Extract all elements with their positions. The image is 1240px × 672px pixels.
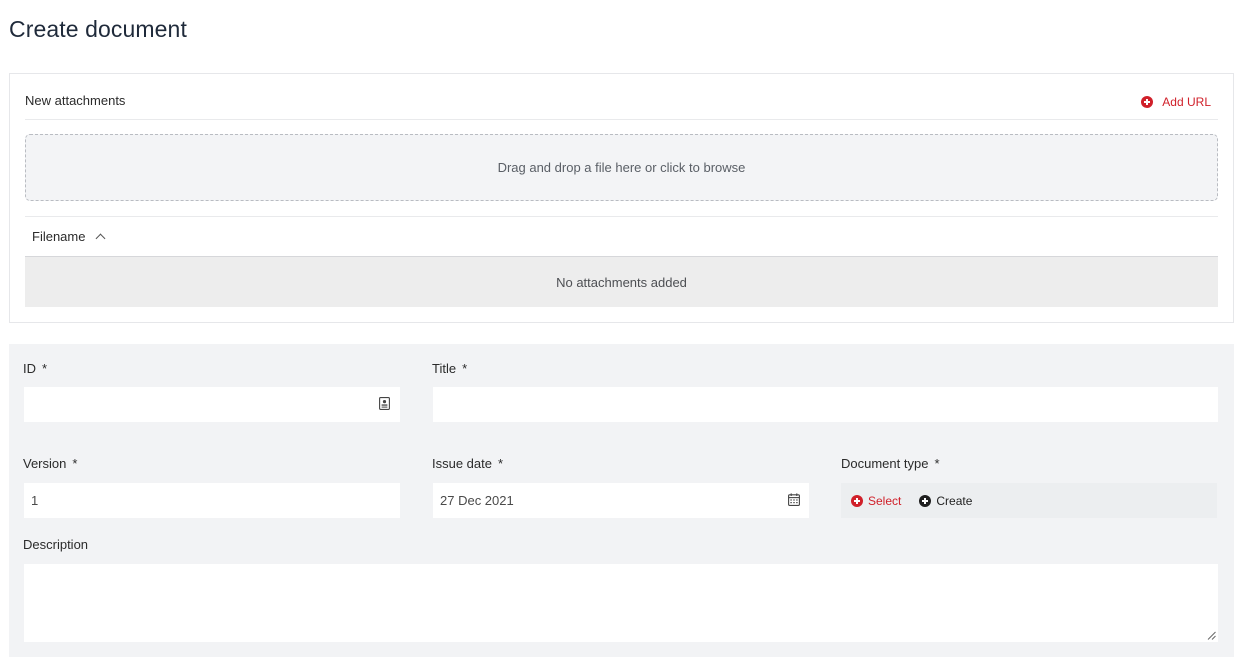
attachments-table: Filename No attachments added: [25, 216, 1218, 307]
required-marker: *: [72, 456, 78, 471]
create-label: Create: [936, 493, 973, 508]
version-label-text: Version: [23, 456, 67, 471]
document-type-picker: Select Create: [841, 483, 1217, 518]
file-dropzone[interactable]: Drag and drop a file here or click to br…: [25, 134, 1218, 201]
document-type-label: Document type *: [841, 456, 940, 471]
id-input[interactable]: [24, 387, 400, 422]
issue-date-input[interactable]: 27 Dec 2021: [433, 483, 809, 518]
issue-date-label-text: Issue date: [432, 456, 492, 471]
required-marker: *: [462, 361, 468, 376]
attachments-title: New attachments: [25, 93, 126, 108]
create-document-type-button[interactable]: Create: [919, 494, 972, 508]
title-input[interactable]: [433, 387, 1218, 422]
required-marker: *: [498, 456, 504, 471]
issue-date-label: Issue date *: [432, 456, 503, 471]
select-document-type-button[interactable]: Select: [851, 494, 901, 508]
id-card-icon[interactable]: [379, 397, 390, 410]
title-label-text: Title: [432, 361, 457, 376]
version-input[interactable]: 1: [24, 483, 400, 518]
plus-circle-icon: [851, 494, 863, 507]
id-label-text: ID: [23, 361, 36, 376]
id-label: ID *: [23, 361, 47, 376]
description-label-text: Description: [23, 537, 89, 552]
plus-circle-icon: [1141, 96, 1154, 108]
add-url-label: Add URL: [1162, 95, 1211, 109]
chevron-up-icon: [96, 233, 106, 244]
calendar-icon[interactable]: [788, 493, 800, 506]
document-form: ID * Title * Version * 1 Issue date * 27 Dec…: [9, 344, 1234, 657]
attachments-header: New attachments Add URL: [25, 74, 1218, 120]
required-marker: *: [934, 456, 940, 471]
description-textarea[interactable]: [24, 564, 1218, 642]
resize-grip-icon[interactable]: [1207, 631, 1216, 640]
version-value: 1: [31, 493, 39, 508]
title-label: Title *: [432, 361, 467, 376]
column-header-label: Filename: [32, 229, 86, 244]
version-label: Version *: [23, 456, 77, 471]
column-header-filename[interactable]: Filename: [25, 217, 1218, 257]
select-label: Select: [868, 493, 902, 508]
add-url-button[interactable]: Add URL: [1141, 95, 1211, 109]
page-title: Create document: [9, 16, 187, 42]
document-type-label-text: Document type: [841, 456, 929, 471]
attachments-card: New attachments Add URL Drag and drop a …: [9, 73, 1234, 323]
empty-state-text: No attachments added: [556, 274, 687, 290]
issue-date-value: 27 Dec 2021: [440, 493, 514, 508]
dropzone-text: Drag and drop a file here or click to br…: [497, 160, 746, 175]
required-marker: *: [42, 361, 48, 376]
empty-state: No attachments added: [25, 257, 1218, 307]
description-label: Description: [23, 537, 88, 552]
plus-circle-icon: [919, 494, 932, 507]
